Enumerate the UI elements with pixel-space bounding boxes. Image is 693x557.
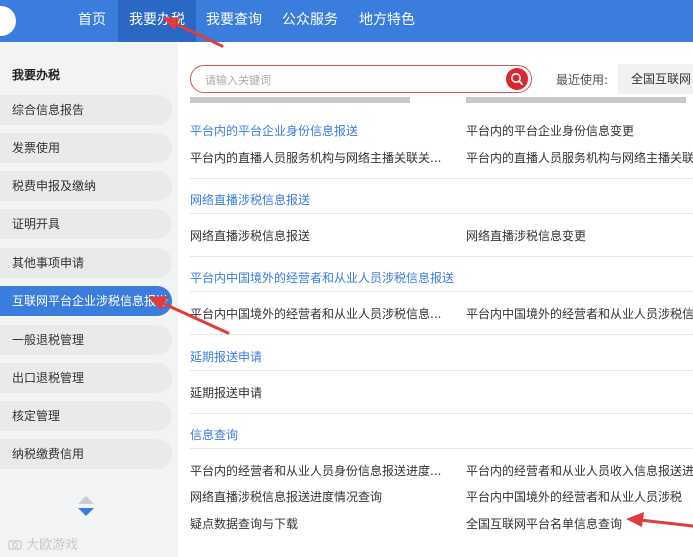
search-button[interactable] [506, 68, 528, 90]
link-item[interactable]: 疑点数据查询与下载 [190, 515, 452, 532]
link-item[interactable]: 网络直播涉税信息报送进度情况查询 [190, 488, 452, 505]
divider [190, 213, 693, 214]
divider [190, 413, 693, 414]
sidebar-item-certificate[interactable]: 证明开具 [0, 209, 172, 239]
link-item[interactable]: 网络直播涉税信息报送 [190, 227, 452, 244]
sidebar-item-credit[interactable]: 纳税缴费信用 [0, 439, 172, 469]
watermark-text: 大欧游戏 [26, 538, 79, 553]
sidebar-title: 我要办税 [12, 68, 61, 82]
divider [190, 448, 693, 449]
clipped-row [190, 97, 690, 107]
divider [190, 334, 693, 335]
link-item[interactable]: 网络直播涉税信息变更 [466, 227, 686, 244]
top-nav: 首页 我要办税 我要查询 公众服务 地方特色 [0, 0, 693, 42]
logo [0, 6, 16, 36]
link-item[interactable]: 平台内的经营者和从业人员收入信息报送进 [466, 462, 693, 479]
sidebar-item-tax-declare[interactable]: 税费申报及缴纳 [0, 171, 172, 201]
link-item[interactable]: 平台内的直播人员服务机构与网络主播关联关... [190, 149, 452, 166]
nav-local-features[interactable]: 地方特色 [348, 0, 426, 42]
divider [190, 256, 693, 257]
sidebar-item-info-report[interactable]: 综合信息报告 [0, 95, 172, 125]
nav-tax-handling[interactable]: 我要办税 [118, 0, 196, 42]
nav-public-service[interactable]: 公众服务 [272, 0, 348, 42]
recent-label: 最近使用: [556, 73, 609, 87]
link-item[interactable]: 平台内中国境外的经营者和从业人员涉税信 [466, 305, 693, 322]
link-item[interactable]: 延期报送申请 [190, 384, 452, 401]
sidebar-item-other[interactable]: 其他事项申请 [0, 248, 172, 278]
link-item[interactable]: 平台内的平台企业身份信息变更 [466, 122, 666, 139]
link-item[interactable]: 平台内的经营者和从业人员身份信息报送进度... [190, 462, 452, 479]
recent-chip[interactable]: 全国互联网 [618, 64, 693, 94]
section-title: 平台内中国境外的经营者和从业人员涉税信息报送 [190, 271, 455, 285]
sidebar-item-internet-platform[interactable]: 互联网平台企业涉税信息报送 [0, 286, 172, 316]
search-icon [511, 73, 523, 85]
nav-home[interactable]: 首页 [66, 0, 118, 42]
sidebar: 我要办税 综合信息报告 发票使用 税费申报及缴纳 证明开具 其他事项申请 互联网… [0, 42, 178, 557]
section-title: 网络直播涉税信息报送 [190, 193, 311, 207]
nav-query[interactable]: 我要查询 [196, 0, 272, 42]
sidebar-item-invoice[interactable]: 发票使用 [0, 133, 172, 163]
section-title: 平台内的平台企业身份信息报送 [190, 124, 359, 138]
section-title: 延期报送申请 [190, 350, 263, 364]
divider [190, 291, 693, 292]
camera-icon [8, 540, 22, 550]
search-input[interactable] [203, 70, 497, 90]
scroll-up-icon[interactable] [78, 496, 94, 504]
sidebar-item-assessment[interactable]: 核定管理 [0, 401, 172, 431]
watermark: 大欧游戏 [8, 534, 78, 553]
link-item[interactable]: 平台内中国境外的经营者和从业人员涉税信息... [190, 305, 452, 322]
divider [190, 370, 693, 371]
link-item[interactable]: 全国互联网平台名单信息查询 [466, 515, 666, 532]
sidebar-item-refund[interactable]: 一般退税管理 [0, 325, 172, 355]
section-title: 信息查询 [190, 428, 239, 442]
search-box [190, 65, 532, 93]
divider [190, 178, 693, 179]
scroll-arrows-icon[interactable] [76, 494, 96, 518]
link-item[interactable]: 平台内中国境外的经营者和从业人员涉税 [466, 488, 693, 505]
sidebar-item-export-refund[interactable]: 出口退税管理 [0, 363, 172, 393]
scroll-down-icon[interactable] [78, 508, 94, 516]
link-item[interactable]: 平台内的直播人员服务机构与网络主播关联关 [466, 149, 693, 166]
